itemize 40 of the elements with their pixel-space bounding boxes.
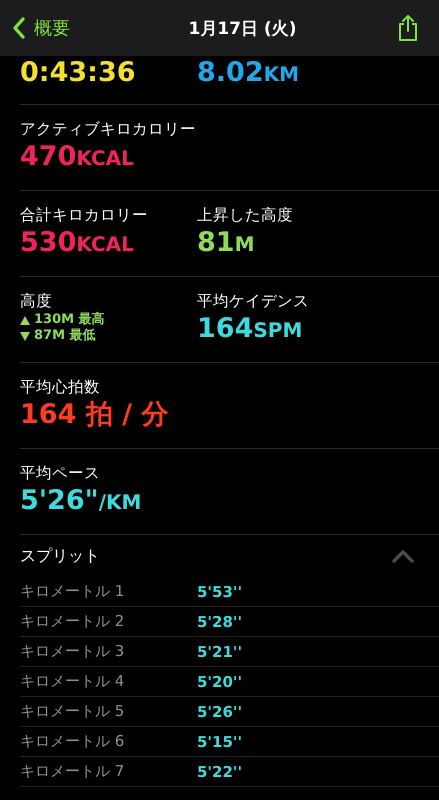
metric-value: 530KCAL [20,226,135,260]
metric-label: アクティブキロカロリー [20,119,197,140]
metric-label: 上昇した高度 [197,205,294,226]
chevron-up-icon [391,549,415,563]
back-chevron-icon [12,17,26,39]
metric-value: 0:43:36 [20,56,137,90]
split-label: キロメートル 5 [20,702,126,721]
split-label: キロメートル 3 [20,642,126,661]
metric-label: 平均ケイデンス [197,291,310,312]
share-button[interactable] [396,14,419,42]
split-label: キロメートル 4 [20,672,126,691]
metric-value: 81M [197,226,256,260]
split-pace: 5'53'' [197,582,242,600]
down-triangle-icon [20,332,30,340]
split-label: キロメートル 7 [20,762,126,781]
metric-value: 164SPM [197,312,304,346]
metric-value: 164 拍 / 分 [20,398,170,432]
back-button[interactable]: 概要 [12,16,70,40]
metric-value: 470KCAL [20,140,135,174]
metric-label: 平均ペース [20,463,101,484]
split-pace: 5'20'' [197,672,242,690]
split-pace: 5'28'' [197,612,242,630]
metric-label: 高度 [20,291,53,312]
screen-title: 1月17日 (火) [188,18,296,40]
metric-label: 平均心拍数 [20,377,101,398]
share-icon [396,14,419,42]
split-label: キロメートル 6 [20,732,126,751]
metric-label: 合計キロカロリー [20,205,149,226]
section-title: スプリット [20,546,100,566]
elevation-low: 87M 最低 [34,328,96,344]
metric-value: 5'26"/KM [20,484,142,518]
metric-value: 8.02KM [197,56,300,90]
elevation-high: 130M 最高 [34,312,105,328]
split-label: キロメートル 1 [20,582,126,601]
split-pace: 5'21'' [197,642,242,660]
up-triangle-icon [20,316,30,324]
split-pace: 5'22'' [197,762,242,780]
split-label: キロメートル 2 [20,612,126,631]
split-pace: 5'15'' [197,732,242,750]
split-pace: 5'26'' [197,702,242,720]
